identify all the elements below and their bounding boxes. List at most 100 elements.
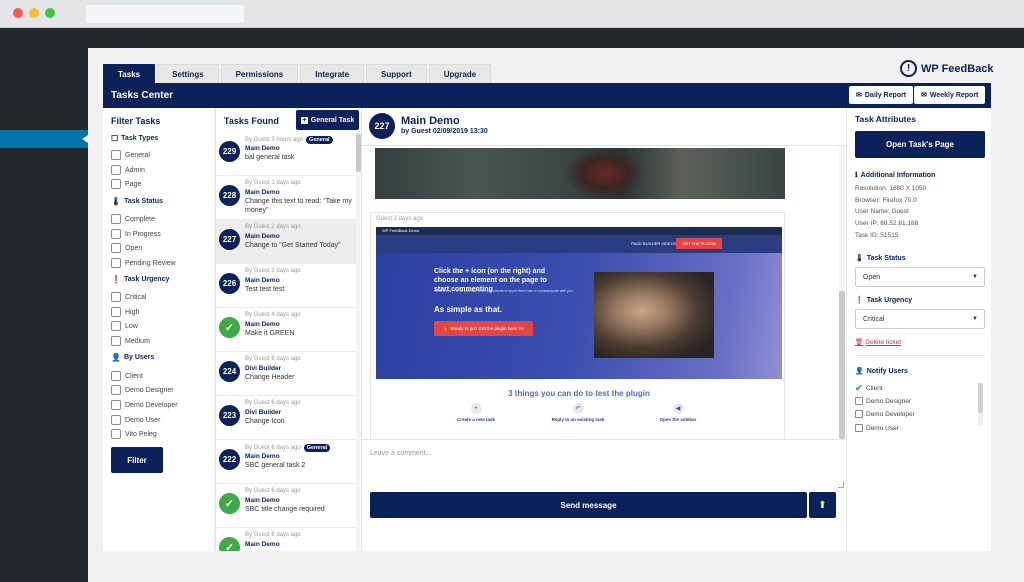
user-label: Demo Developer	[866, 410, 915, 418]
notify-client[interactable]: ✔ Client	[855, 384, 883, 393]
checkbox[interactable]	[111, 258, 121, 268]
check-icon[interactable]: ✔	[855, 384, 863, 393]
filter-checkbox-demo-developer[interactable]: Demo Developer	[111, 400, 178, 410]
scrollbar-thumb[interactable]	[839, 291, 845, 439]
checkbox[interactable]	[111, 229, 121, 239]
browser-tab[interactable]	[86, 5, 244, 23]
checkbox[interactable]	[855, 410, 863, 418]
checkbox[interactable]	[111, 321, 121, 331]
checkbox[interactable]	[111, 415, 121, 425]
notify-scrollbar[interactable]	[978, 383, 983, 426]
task-list-item[interactable]: 228 By Guest 1 days ago Main Demo Change th…	[216, 176, 356, 220]
task-project: Divi Builder	[245, 409, 282, 416]
comment-textarea[interactable]: Leave a comment...	[362, 439, 847, 491]
scrollbar-thumb[interactable]	[978, 383, 983, 413]
checkbox[interactable]	[111, 292, 121, 302]
task-author-time: By Guest 6 days ago	[245, 445, 301, 451]
checkbox[interactable]	[111, 385, 121, 395]
checkbox[interactable]	[111, 179, 121, 189]
filter-checkbox-page[interactable]: Page	[111, 179, 141, 189]
checkbox[interactable]	[111, 150, 121, 160]
tab-support[interactable]: Support	[366, 64, 427, 83]
checkbox[interactable]	[111, 429, 121, 439]
checkbox[interactable]	[111, 336, 121, 346]
checkbox[interactable]	[111, 400, 121, 410]
user-icon: 👤	[111, 353, 121, 362]
filter-checkbox-complete[interactable]: Complete	[111, 214, 155, 224]
task-author-time: By Guest 1 days ago	[245, 180, 301, 186]
task-list-item[interactable]: ✓ By Guest 4 days ago Main Demo Make it GRE…	[216, 308, 356, 352]
maximize-window-button[interactable]	[45, 8, 55, 18]
new-general-task-button[interactable]: + General Task	[296, 110, 359, 130]
checkbox[interactable]	[855, 397, 863, 405]
comment-placeholder: Leave a comment...	[370, 450, 432, 457]
notify-demo-developer[interactable]: Demo Developer	[855, 410, 915, 418]
screenshot-attachment[interactable]	[375, 148, 785, 199]
filter-checkbox-open[interactable]: Open	[111, 243, 142, 253]
section-title: By Users	[123, 354, 155, 361]
preview-cta: 🎁 Ready to go? Get the plugin here >>	[434, 321, 533, 336]
task-list-item[interactable]: 227 By Guest 2 days ago Main Demo Change to…	[216, 220, 356, 264]
task-list-item[interactable]: ✓ By Guest 6 days ago Main Demo	[216, 528, 356, 551]
task-author-time: By Guest 6 days ago	[245, 356, 301, 362]
task-list-item[interactable]: 226 By Guest 3 days ago Main Demo Test test…	[216, 264, 356, 308]
filter-checkbox-critical[interactable]: Critical	[111, 292, 146, 302]
filter-checkbox-admin[interactable]: Admin	[111, 165, 145, 175]
checkbox[interactable]	[111, 243, 121, 253]
filter-checkbox-client[interactable]: Client	[111, 371, 143, 381]
task-list-item[interactable]: 229 By Guest 3 hours ago General Main Demo b…	[216, 132, 356, 176]
checkbox-label: Vito Peleg	[125, 430, 157, 438]
filter-checkbox-medium[interactable]: Medium	[111, 336, 150, 346]
wp-sidebar-active-item[interactable]	[0, 130, 88, 148]
upload-button[interactable]: ⬆	[809, 492, 836, 518]
notify-demo-designer[interactable]: Demo Designer	[855, 397, 911, 405]
tab-permissions[interactable]: Permissions	[220, 64, 299, 83]
task-list-item[interactable]: 224 By Guest 6 days ago Divi Builder Change…	[216, 352, 356, 396]
delete-ticket-link[interactable]: 🗑 Delete ticket	[855, 338, 901, 347]
notify-demo-user[interactable]: Demo User	[855, 424, 899, 432]
resize-handle[interactable]	[838, 482, 844, 488]
minimize-window-button[interactable]	[29, 8, 39, 18]
daily-report-label: Daily Report	[864, 91, 907, 99]
checkbox[interactable]	[111, 371, 121, 381]
task-urgency-select[interactable]: Critical ▼	[855, 309, 985, 329]
checkbox-label: In Progress	[125, 230, 161, 238]
checkbox[interactable]	[855, 424, 863, 432]
checkbox-label: Open	[125, 244, 143, 252]
task-list-item[interactable]: 223 By Guest 6 days ago Divi Builder Change…	[216, 396, 356, 440]
notify-users-heading: 👤 Notify Users	[855, 367, 908, 376]
filter-button[interactable]: Filter	[111, 447, 163, 473]
filter-checkbox-high[interactable]: High	[111, 307, 139, 317]
checkbox[interactable]	[111, 165, 121, 175]
task-list-item[interactable]: ✓ By Guest 6 days ago Main Demo SBC title c…	[216, 484, 356, 528]
task-status-select[interactable]: Open ▼	[855, 267, 985, 287]
open-task-page-button[interactable]: Open Task's Page	[855, 131, 985, 158]
weekly-report-button[interactable]: ✉ Weekly Report	[914, 86, 986, 104]
conversation-scrollbar[interactable]	[839, 146, 845, 439]
task-project: Main Demo	[245, 541, 280, 548]
exclamation-icon: ❗	[111, 275, 121, 284]
tab-integrate[interactable]: Integrate	[300, 64, 365, 83]
tab-tasks[interactable]: Tasks	[103, 64, 156, 83]
filter-checkbox-low[interactable]: Low	[111, 321, 138, 331]
tab-settings[interactable]: Settings	[157, 64, 219, 83]
task-number-badge: 228	[219, 185, 240, 206]
filter-checkbox-demo-user[interactable]: Demo User	[111, 415, 160, 425]
daily-report-button[interactable]: ✉ Daily Report	[849, 86, 914, 104]
filter-checkbox-demo-designer[interactable]: Demo Designer	[111, 385, 174, 395]
task-list-item[interactable]: 222 By Guest 6 days ago General Main Demo SB…	[216, 440, 356, 484]
close-window-button[interactable]	[13, 8, 23, 18]
filter-checkbox-general[interactable]: General	[111, 150, 150, 160]
filter-checkbox-pending-review[interactable]: Pending Review	[111, 258, 176, 268]
step-label: Reply to an existing task	[551, 417, 605, 422]
send-message-button[interactable]: Send message	[370, 492, 807, 518]
filter-checkbox-vito-peleg[interactable]: Vito Peleg	[111, 429, 157, 439]
filter-checkbox-in-progress[interactable]: In Progress	[111, 229, 161, 239]
checkbox[interactable]	[111, 214, 121, 224]
task-meta: By Guest 6 days ago General	[245, 444, 331, 452]
checkbox[interactable]	[111, 307, 121, 317]
screenshot-attachment[interactable]: Guest 2 days ago WP FeedBack Demo PAGE B…	[370, 212, 785, 439]
filter-section-task-types: ☐ Task Types	[111, 134, 158, 143]
tab-upgrade[interactable]: Upgrade	[428, 64, 492, 83]
website-preview: WP FeedBack Demo PAGE BUILDER VIDEOS ▾ G…	[376, 227, 782, 437]
